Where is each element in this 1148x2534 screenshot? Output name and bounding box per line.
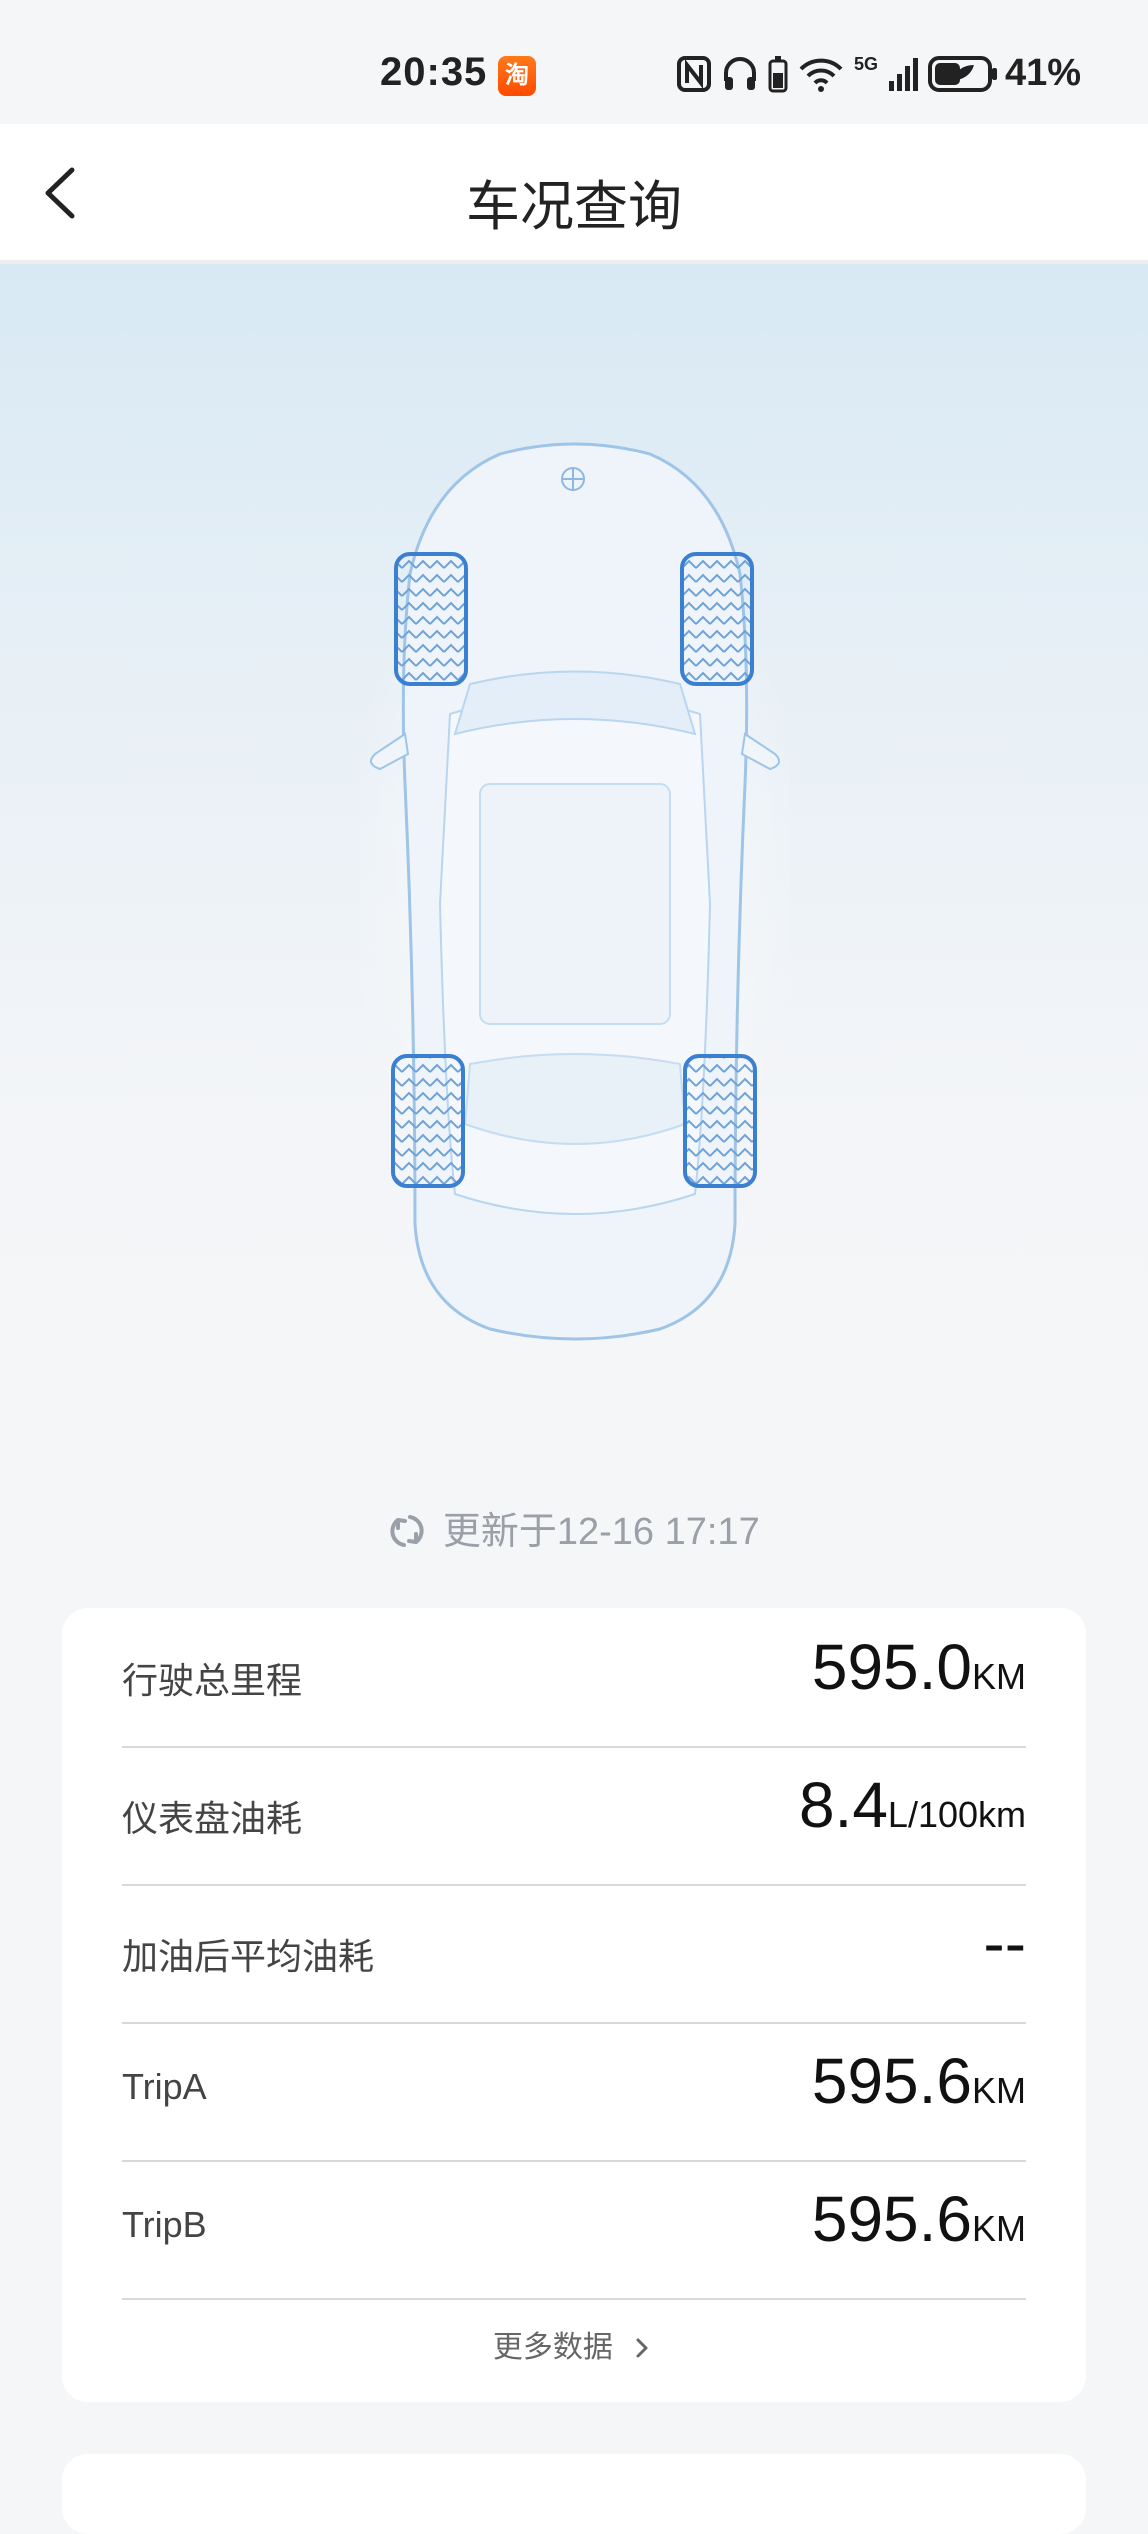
status-time: 20:35 [380,50,488,94]
metric-label: 行驶总里程 [122,1660,303,1701]
vehicle-illustration-area [0,264,1148,1464]
metric-value: 595.6 [811,2183,972,2255]
signal-icon [889,58,919,91]
metric-row-trip-a: TripA 595.6KM [122,2022,1026,2162]
tire-rear-left [391,1054,465,1188]
metric-label: 仪表盘油耗 [122,1798,303,1839]
last-updated-text: 更新于12-16 17:17 [442,1511,760,1553]
metric-label: TripA [122,2066,207,2107]
headphones-icon [724,57,756,90]
metric-row-total-mileage: 行驶总里程 595.0KM [122,1608,1026,1748]
tire-front-right [680,552,754,686]
metric-unit: KM [972,2070,1026,2111]
refresh-icon [390,1515,424,1547]
chevron-right-icon [636,2338,648,2358]
vehicle-metrics-card: 行驶总里程 595.0KM 仪表盘油耗 8.4L/100km 加油后平均油耗 -… [62,1608,1086,2402]
nfc-icon [677,56,711,92]
metric-unit: KM [972,1656,1026,1697]
metric-label: TripB [122,2204,207,2245]
device-battery-icon [768,56,788,93]
metric-label: 加油后平均油耗 [122,1936,375,1977]
car-top-view-illustration [360,442,790,1341]
metric-row-trip-b: TripB 595.6KM [122,2160,1026,2300]
metric-row-dashboard-consumption: 仪表盘油耗 8.4L/100km [122,1746,1026,1886]
metric-value: 8.4 [798,1769,888,1841]
status-bar: 20:35 淘 5G 41% [0,0,1148,124]
metric-value: 595.0 [811,1631,972,1703]
metric-row-avg-consumption-after-refuel: 加油后平均油耗 -- [122,1884,1026,2024]
battery-icon [928,56,998,92]
metric-unit: L/100km [887,1794,1026,1835]
metric-value: 595.6 [811,2045,972,2117]
more-data-label: 更多数据 [492,2331,613,2364]
wifi-icon [799,58,843,92]
battery-percent: 41% [1005,52,1082,94]
tire-front-left [394,552,468,686]
tire-rear-right [683,1054,757,1188]
network-type-label: 5G [854,53,879,74]
metric-value: -- [983,1907,1026,1979]
page-title: 车况查询 [466,177,682,237]
more-data-button[interactable]: 更多数据 [62,2322,1086,2366]
status-icons: 5G [676,52,998,96]
taobao-notification-icon: 淘 [498,56,536,96]
app-header: 车况查询 [0,124,1148,264]
metric-unit: KM [972,2208,1026,2249]
last-updated[interactable]: 更新于12-16 17:17 [0,1500,1148,1555]
next-card [62,2454,1086,2534]
